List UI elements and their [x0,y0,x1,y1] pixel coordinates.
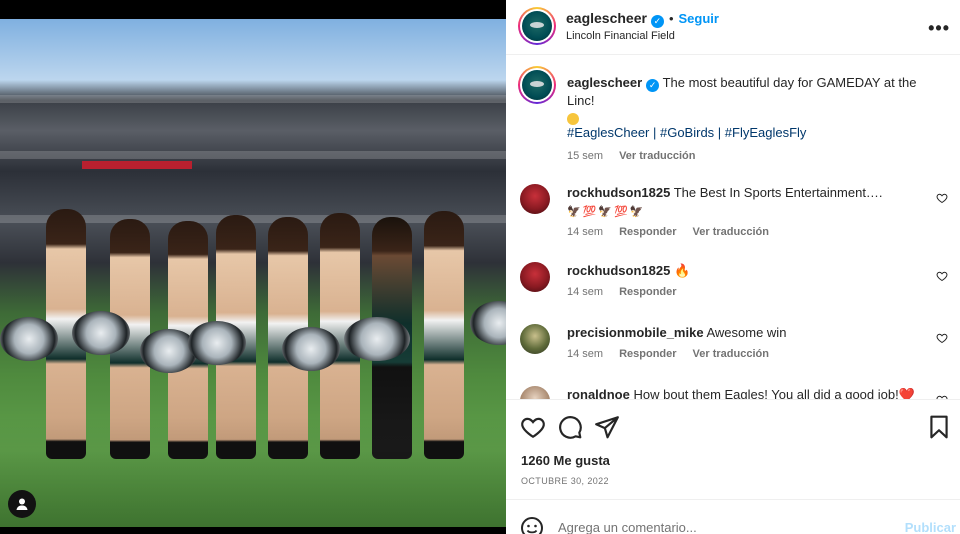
post-media[interactable] [0,0,506,534]
likes-count[interactable]: 1260 Me gusta [521,453,610,468]
like-comment-heart-icon[interactable] [936,270,948,282]
emoji-smiley-icon[interactable] [520,516,544,534]
caption-time[interactable]: 15 sem [567,150,603,162]
translate-button[interactable]: Ver traducción [693,348,769,360]
comment-text: Awesome win [706,325,787,340]
post-header: eaglescheer ✓ • Seguir Lincoln Financial Fi… [506,0,960,55]
caption: eaglescheer ✓ The most beautiful day for … [518,66,950,170]
post-location[interactable]: Lincoln Financial Field [566,30,675,42]
verified-badge-icon: ✓ [650,15,664,28]
caption-avatar[interactable] [518,66,556,104]
commenter-avatar[interactable] [520,262,550,292]
verified-badge-icon: ✓ [646,79,660,92]
comment-item: ronaldnoe How bout them Eagles! You all … [520,386,950,400]
publish-button[interactable]: Publicar [905,520,956,534]
comment-username[interactable]: precisionmobile_mike [567,325,704,340]
comments-list[interactable]: eaglescheer ✓ The most beautiful day for … [506,56,960,400]
caption-hashtags[interactable]: #EaglesCheer | #GoBirds | #FlyEaglesFly [567,124,926,142]
comment-bubble-icon[interactable] [557,414,583,440]
eagles-logo-icon [522,11,552,41]
comment-composer: Agrega un comentario... Publicar [506,506,960,534]
fire-emoji: 🔥 [673,263,691,278]
commenter-avatar[interactable] [520,324,550,354]
commenter-avatar[interactable] [520,386,550,399]
caption-translate[interactable]: Ver traducción [619,150,695,162]
comment-username[interactable]: ronaldnoe [567,387,630,399]
more-options-button[interactable]: ••• [928,18,950,39]
comment-emojis: 🦅💯🦅💯🦅 [567,206,646,218]
author-avatar[interactable] [518,7,556,45]
caption-username[interactable]: eaglescheer [567,75,642,90]
comment-time[interactable]: 14 sem [567,348,603,360]
comment-item: precisionmobile_mike Awesome win 14 sem R… [520,324,950,370]
reply-button[interactable]: Responder [619,286,676,298]
translate-button[interactable]: Ver traducción [693,226,769,238]
post-details-panel: eaglescheer ✓ • Seguir Lincoln Financial Fi… [506,0,960,534]
post-photo[interactable] [0,19,506,527]
comment-username[interactable]: rockhudson1825 [567,185,670,200]
author-username[interactable]: eaglescheer [566,10,647,26]
comment-item: rockhudson1825 The Best In Sports Entert… [520,184,950,240]
save-bookmark-icon[interactable] [926,414,952,440]
post-actions: 1260 Me gusta OCTUBRE 30, 2022 [506,400,960,500]
user-icon [16,498,28,510]
reply-button[interactable]: Responder [619,348,676,360]
comment-time[interactable]: 14 sem [567,226,603,238]
comment-time[interactable]: 14 sem [567,286,603,298]
eagles-logo-icon [522,70,552,100]
comment-item: rockhudson1825 🔥 14 sem Responder [520,262,950,308]
like-comment-heart-icon[interactable] [936,332,948,344]
post-date[interactable]: OCTUBRE 30, 2022 [521,476,609,486]
commenter-avatar[interactable] [520,184,550,214]
comment-text: How bout them Eagles! You all did a good… [633,387,915,400]
comment-input[interactable]: Agrega un comentario... [558,520,697,534]
like-heart-icon[interactable] [520,414,546,440]
follow-button[interactable]: Seguir [679,11,719,26]
like-comment-heart-icon[interactable] [936,192,948,204]
comment-username[interactable]: rockhudson1825 [567,263,670,278]
comment-text: The Best In Sports Entertainment…. [673,185,883,200]
reply-button[interactable]: Responder [619,226,676,238]
separator-dot: • [668,11,674,26]
tagged-users-button[interactable] [8,490,36,518]
share-send-icon[interactable] [594,414,620,440]
